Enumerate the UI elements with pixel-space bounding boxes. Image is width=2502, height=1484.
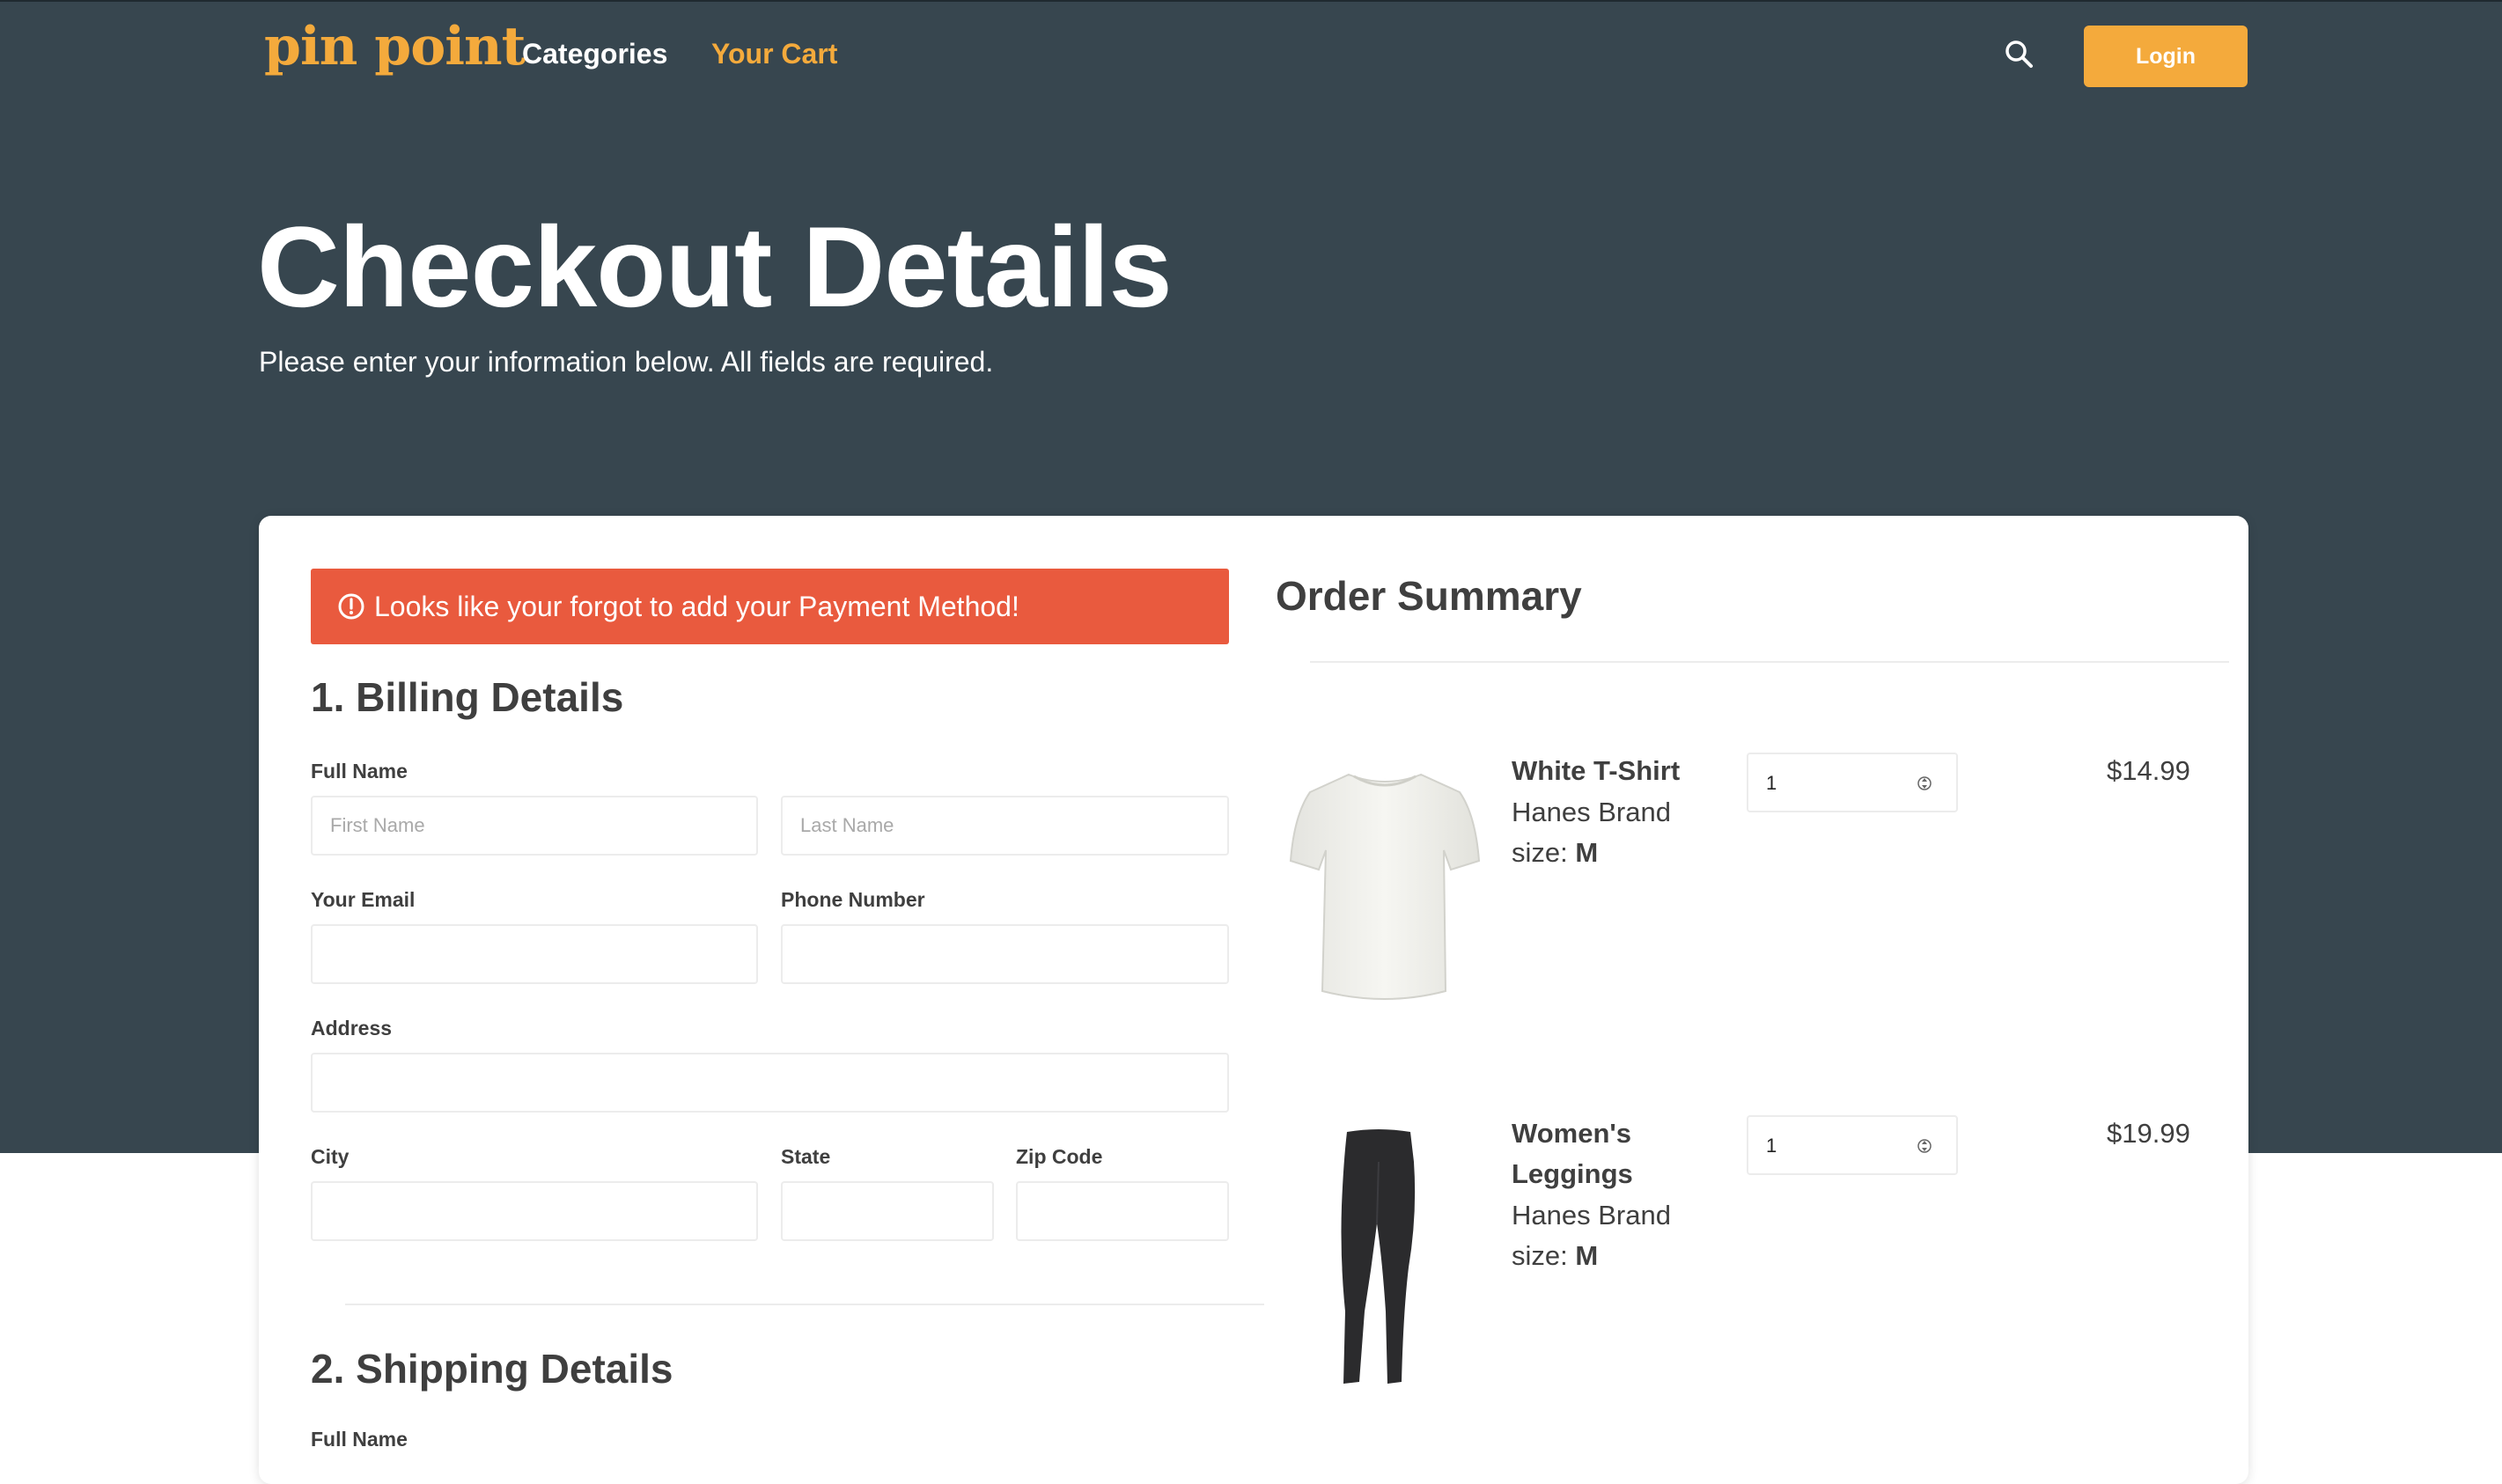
phone-input[interactable] [781,924,1229,984]
shipping-title: 2. Shipping Details [311,1346,673,1392]
summary-divider [1310,661,2229,663]
order-summary-title: Order Summary [1276,573,1582,619]
address-input[interactable] [311,1053,1229,1113]
zip-label: Zip Code [1016,1145,1103,1168]
quantity-stepper[interactable]: 1 [1747,753,1958,812]
phone-label: Phone Number [781,888,925,911]
spinner-arrows-icon[interactable] [1917,771,1932,796]
shipping-full-name-label: Full Name [311,1428,408,1451]
email-label: Your Email [311,888,416,911]
page-title: Checkout Details [257,202,1173,331]
white-tshirt-image [1289,773,1481,1000]
nav-categories[interactable]: Categories [522,38,667,70]
womens-leggings-image [1341,1129,1416,1384]
last-name-input[interactable] [781,796,1229,856]
item-brand: Hanes Brand [1512,1200,1671,1231]
page-subtitle: Please enter your information below. All… [259,346,994,378]
nav-your-cart[interactable]: Your Cart [711,38,837,70]
spinner-arrows-icon[interactable] [1917,1134,1932,1158]
item-size: size: M [1512,1240,1598,1272]
item-size-value: M [1575,1240,1599,1271]
alert-circle-icon [338,593,364,620]
item-size-label: size: [1512,837,1568,868]
logo[interactable]: pin point [264,16,526,77]
quantity-stepper[interactable]: 1 [1747,1115,1958,1175]
item-size-label: size: [1512,1240,1568,1271]
item-name: White T-Shirt [1512,755,1681,786]
city-label: City [311,1145,350,1168]
city-input[interactable] [311,1181,758,1241]
zip-input[interactable] [1016,1181,1229,1241]
item-name: Women's Leggings [1512,1118,1633,1189]
item-price: $14.99 [2107,755,2190,786]
first-name-input[interactable] [311,796,758,856]
billing-title: 1. Billing Details [311,674,624,720]
login-button[interactable]: Login [2084,26,2248,87]
alert-message: Looks like your forgot to add your Payme… [374,590,1019,622]
address-label: Address [311,1017,393,1040]
full-name-label: Full Name [311,760,408,782]
state-label: State [781,1145,831,1168]
state-input[interactable] [781,1181,994,1241]
section-divider [345,1304,1264,1305]
payment-alert: Looks like your forgot to add your Payme… [311,569,1229,644]
quantity-value: 1 [1766,1135,1777,1157]
item-size-value: M [1575,837,1599,868]
item-price: $19.99 [2107,1118,2190,1149]
item-size: size: M [1512,837,1598,869]
top-border [0,0,2502,2]
item-brand: Hanes Brand [1512,797,1671,827]
email-input[interactable] [311,924,758,984]
quantity-value: 1 [1766,772,1777,794]
search-icon[interactable] [2004,39,2035,70]
